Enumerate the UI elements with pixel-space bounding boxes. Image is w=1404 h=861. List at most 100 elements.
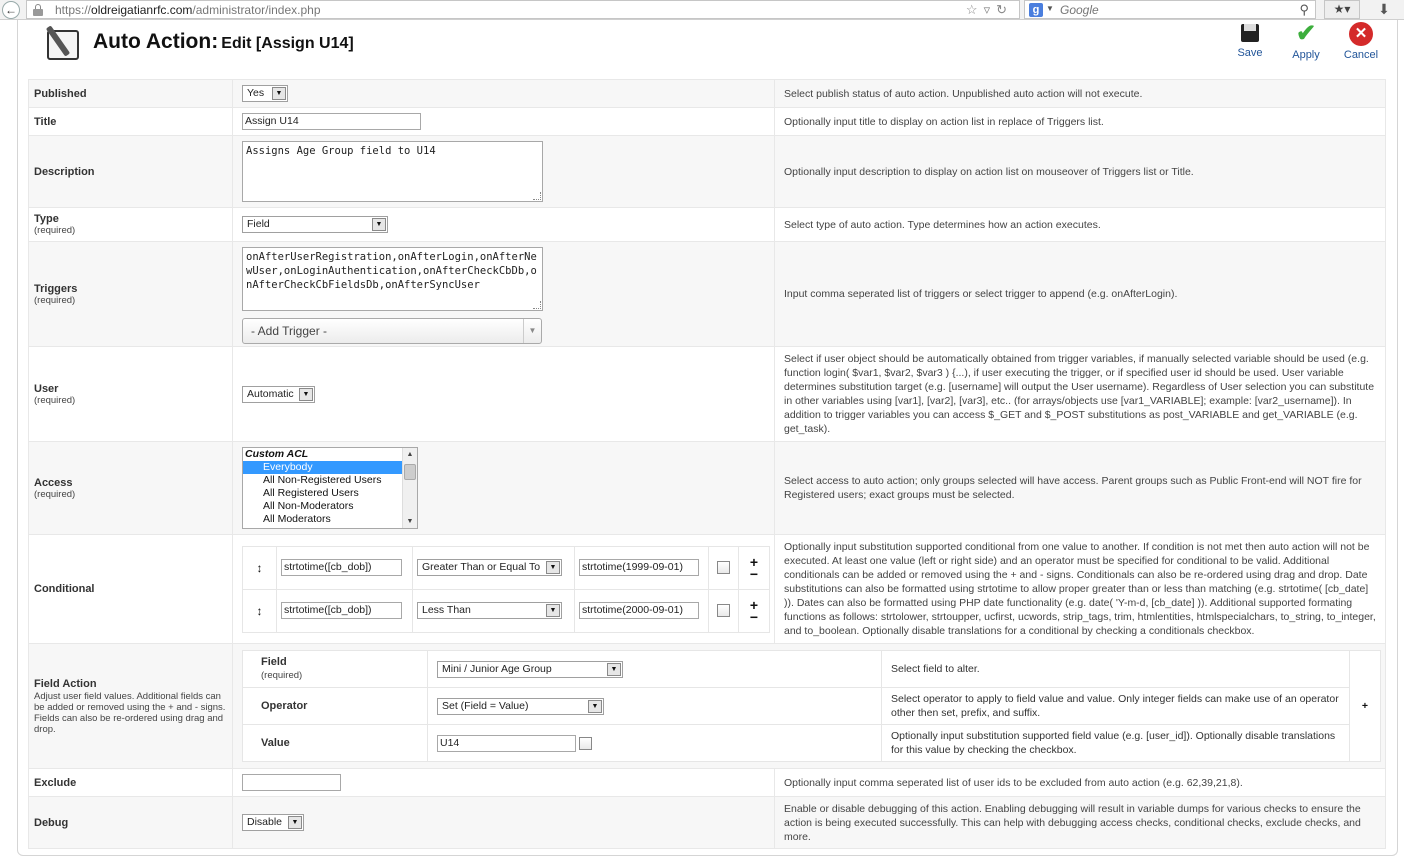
type-label: Type (34, 213, 59, 225)
conditional-row: ↕ strtotime([cb_dob]) Less Than ▼ strtoti… (242, 588, 770, 633)
row-access: Access (required) Custom ACL Everybody Al… (28, 441, 1386, 535)
magnifier-icon[interactable]: ⚲ (1299, 2, 1309, 18)
debug-label: Debug (28, 796, 233, 849)
chevron-down-icon: ▼ (546, 604, 560, 617)
apply-label: Apply (1292, 49, 1320, 61)
access-option[interactable]: Everybody (243, 461, 417, 474)
access-option[interactable]: All Registered Users (243, 487, 417, 500)
row-field-action: Field Action Adjust user field values. Ad… (28, 643, 1386, 769)
bookmarks-icon[interactable]: ★▾ (1324, 0, 1360, 19)
title-desc: Optionally input title to display on act… (774, 107, 1386, 136)
field-action-operator-desc: Select operator to apply to field value … (881, 687, 1350, 725)
published-select[interactable]: Yes ▼ (242, 85, 288, 102)
apply-button[interactable]: ✔ Apply (1283, 22, 1329, 62)
cancel-label: Cancel (1343, 49, 1379, 61)
field-action-value-input[interactable]: U14 (437, 734, 576, 752)
auto-action-form: Published Yes ▼ Select publish status of … (28, 79, 1386, 849)
field-action-field-desc: Select field to alter. (881, 650, 1350, 688)
title-input[interactable]: Assign U14 (242, 113, 421, 130)
field-action-value-checkbox[interactable] (578, 736, 592, 750)
triggers-desc: Input comma seperated list of triggers o… (774, 241, 1386, 347)
scroll-down-icon[interactable]: ▼ (403, 515, 417, 528)
address-bar[interactable]: https://oldreigatianrfc.com/administrato… (26, 0, 1020, 19)
chevron-down-icon: ▼ (546, 561, 560, 574)
debug-select[interactable]: Disable ▼ (242, 814, 304, 831)
row-triggers: Triggers (required) onAfterUserRegistrati… (28, 241, 1386, 347)
description-desc: Optionally input description to display … (774, 135, 1386, 208)
search-placeholder: Google (1060, 3, 1099, 17)
access-option[interactable]: All Non-Registered Users (243, 474, 417, 487)
triggers-label: Triggers (34, 282, 78, 295)
field-action-table: Field (required) Mini / Junior Age Group ▼… (242, 650, 1381, 762)
row-type: Type (required) Field ▼ Select type of aut… (28, 207, 1386, 242)
field-action-field-label: Field (261, 656, 287, 668)
triggers-required: (required) (34, 294, 76, 306)
conditional-translate-checkbox[interactable] (717, 604, 730, 617)
row-conditional: Conditional ↕ strtotime([cb_dob]) Greate… (28, 534, 1386, 644)
conditional-translate-checkbox[interactable] (717, 561, 730, 574)
access-scrollbar[interactable]: ▲ ▼ (402, 448, 417, 528)
type-desc: Select type of auto action. Type determi… (774, 207, 1386, 242)
conditional-right-input[interactable]: strtotime(1999-09-01) (579, 559, 699, 576)
reload-icon[interactable]: ↻ (996, 2, 1013, 17)
access-option[interactable]: All Moderators (243, 513, 417, 526)
google-logo-icon[interactable]: g (1029, 3, 1043, 17)
save-disk-icon (1239, 22, 1261, 44)
resize-grip-icon[interactable] (533, 301, 541, 309)
field-action-field-select[interactable]: Mini / Junior Age Group ▼ (437, 660, 623, 678)
drag-handle-icon[interactable]: ↕ (242, 588, 277, 633)
page-title-main: Auto Action: (93, 30, 219, 53)
conditional-right-input[interactable]: strtotime(2000-09-01) (579, 602, 699, 619)
published-desc: Select publish status of auto action. Un… (774, 79, 1386, 108)
conditional-operator-select[interactable]: Less Than ▼ (417, 602, 562, 619)
field-action-operator-label: Operator (242, 687, 428, 725)
description-label: Description (28, 135, 233, 208)
add-trigger-select[interactable]: - Add Trigger - ▼ (242, 318, 542, 344)
back-arrow-icon[interactable]: ← (2, 1, 20, 19)
remove-conditional-icon[interactable]: − (743, 567, 765, 581)
chevron-down-icon[interactable]: ▼ (1046, 4, 1054, 13)
dropdown-icon[interactable]: ▿ (984, 2, 997, 17)
access-listbox[interactable]: Custom ACL Everybody All Non-Registered … (242, 447, 418, 529)
add-field-action-icon[interactable]: + (1349, 650, 1381, 762)
chevron-down-icon: ▼ (588, 699, 602, 713)
remove-conditional-icon[interactable]: − (743, 610, 765, 624)
access-label: Access (34, 476, 73, 489)
field-action-value-label: Value (242, 724, 428, 762)
user-select[interactable]: Automatic ▼ (242, 385, 315, 403)
triggers-textarea[interactable]: onAfterUserRegistration,onAfterLogin,onA… (242, 247, 543, 311)
user-desc: Select if user object should be automati… (774, 346, 1386, 442)
row-user: User (required) Automatic ▼ Select if user… (28, 346, 1386, 442)
download-arrow-icon[interactable]: ⬇ (1372, 0, 1396, 19)
url-action-icons: ☆▿↻ (966, 2, 1013, 18)
conditional-left-input[interactable]: strtotime([cb_dob]) (281, 559, 402, 576)
save-button[interactable]: Save (1227, 22, 1273, 59)
user-label: User (34, 382, 59, 395)
type-select[interactable]: Field ▼ (242, 216, 388, 233)
resize-grip-icon[interactable] (533, 192, 541, 200)
field-action-operator-select[interactable]: Set (Field = Value) ▼ (437, 697, 604, 715)
scroll-up-icon[interactable]: ▲ (403, 448, 417, 461)
conditional-label: Conditional (28, 534, 233, 644)
conditional-left-input[interactable]: strtotime([cb_dob]) (281, 602, 402, 619)
star-icon[interactable]: ☆ (966, 2, 984, 17)
exclude-input[interactable] (242, 774, 341, 791)
drag-handle-icon[interactable]: ↕ (242, 545, 277, 590)
row-exclude: Exclude Optionally input comma seperated… (28, 768, 1386, 797)
description-textarea[interactable]: Assigns Age Group field to U14 (242, 141, 543, 202)
conditional-operator-select[interactable]: Greater Than or Equal To ▼ (417, 559, 562, 576)
cancel-button[interactable]: ✕ Cancel (1338, 22, 1384, 61)
field-action-operator-row: Operator Set (Field = Value) ▼ Select ope… (242, 687, 1381, 725)
access-option[interactable]: All Non-Moderators (243, 500, 417, 513)
access-required: (required) (34, 488, 76, 500)
conditional-row: ↕ strtotime([cb_dob]) Greater Than or Eq… (242, 545, 770, 590)
type-required: (required) (34, 225, 76, 236)
row-published: Published Yes ▼ Select publish status of … (28, 79, 1386, 108)
search-bar[interactable]: g ▼ Google ⚲ (1024, 0, 1316, 19)
field-action-value-row: Value U14 Optionally input substitution … (242, 724, 1381, 762)
access-desc: Select access to auto action; only group… (774, 441, 1386, 535)
save-label: Save (1237, 47, 1263, 59)
url-text: https://oldreigatianrfc.com/administrato… (55, 3, 321, 17)
scroll-thumb[interactable] (404, 464, 416, 480)
chevron-down-icon: ▼ (523, 319, 541, 343)
